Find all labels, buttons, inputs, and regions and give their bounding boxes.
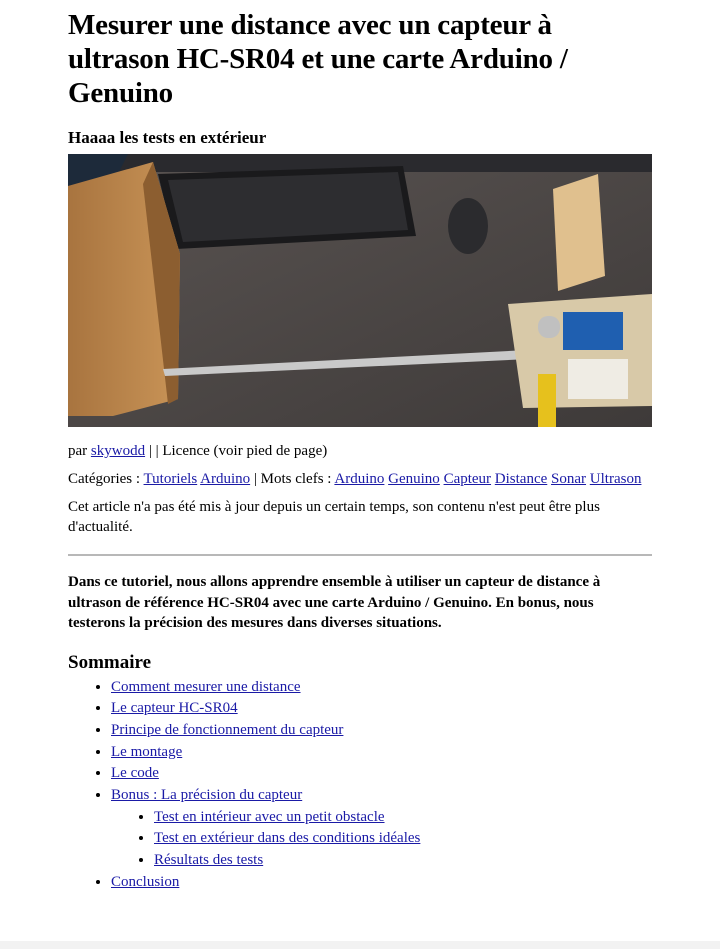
toc-link-resultats[interactable]: Résultats des tests <box>154 852 263 868</box>
tag-link-capteur[interactable]: Capteur <box>444 471 491 487</box>
toc-item: Le montage <box>111 742 652 764</box>
author-link[interactable]: skywodd <box>91 443 145 459</box>
hero-photo <box>68 154 652 427</box>
toc-subitem: Résultats des tests <box>154 850 652 872</box>
toc-link-bonus[interactable]: Bonus : La précision du capteur <box>111 787 302 803</box>
outdated-notice: Cet article n'a pas été mis à jour depui… <box>68 499 600 535</box>
toc-link-montage[interactable]: Le montage <box>111 744 182 760</box>
categories-line: Catégories : Tutoriels Arduino | Mots cl… <box>68 469 652 489</box>
toc-title: Sommaire <box>68 651 152 673</box>
clamp <box>538 374 556 427</box>
toc-link-code[interactable]: Le code <box>111 765 159 781</box>
tag-link-ultrason[interactable]: Ultrason <box>590 471 642 487</box>
ultrasonic-sensor <box>538 316 560 338</box>
toc-item: Conclusion <box>111 872 652 894</box>
toc-link-principe[interactable]: Principe de fonctionnement du capteur <box>111 722 343 738</box>
tags-label: | Mots clefs : <box>250 471 335 487</box>
tag-link-sonar[interactable]: Sonar <box>551 471 586 487</box>
toc-link-mesurer[interactable]: Comment mesurer une distance <box>111 679 301 695</box>
arduino-board <box>563 312 623 350</box>
toc-link-test-interieur[interactable]: Test en intérieur avec un petit obstacle <box>154 809 385 825</box>
mouse <box>448 198 488 254</box>
toc-sublist: Test en intérieur avec un petit obstacle… <box>111 807 652 872</box>
toc-link-test-exterieur[interactable]: Test en extérieur dans des conditions id… <box>154 830 420 846</box>
toc-item: Le capteur HC-SR04 <box>111 698 652 720</box>
category-link-tutoriels[interactable]: Tutoriels <box>144 471 198 487</box>
toc-item: Bonus : La précision du capteur Test en … <box>111 785 652 872</box>
toc-item: Le code <box>111 763 652 785</box>
keyboard-keys <box>168 172 408 242</box>
tag-link-arduino[interactable]: Arduino <box>334 471 384 487</box>
categories-label: Catégories : <box>68 471 144 487</box>
page-title: Mesurer une distance avec un capteur à u… <box>68 9 568 109</box>
hero-photo-illustration <box>68 154 652 427</box>
toc-item: Comment mesurer une distance <box>111 677 652 699</box>
tag-link-genuino[interactable]: Genuino <box>388 471 440 487</box>
byline: par skywodd | | Licence (voir pied de pa… <box>68 441 652 461</box>
intro-paragraph: Dans ce tutoriel, nous allons apprendre … <box>68 574 601 631</box>
wooden-block <box>553 174 605 291</box>
toc-subitem: Test en intérieur avec un petit obstacle <box>154 807 652 829</box>
toc-list: Comment mesurer une distance Le capteur … <box>68 677 652 894</box>
byline-license: | | Licence (voir pied de page) <box>145 443 328 459</box>
byline-prefix: par <box>68 443 91 459</box>
footer-strip <box>0 941 720 949</box>
breadboard <box>568 359 628 399</box>
separator <box>68 554 652 556</box>
toc-subitem: Test en extérieur dans des conditions id… <box>154 828 652 850</box>
article-subtitle: Haaaa les tests en extérieur <box>68 128 267 147</box>
tag-link-distance[interactable]: Distance <box>495 471 547 487</box>
toc-link-conclusion[interactable]: Conclusion <box>111 874 179 890</box>
article: Mesurer une distance avec un capteur à u… <box>68 0 652 894</box>
category-link-arduino[interactable]: Arduino <box>200 471 250 487</box>
toc-link-capteur[interactable]: Le capteur HC-SR04 <box>111 700 238 716</box>
toc-item: Principe de fonctionnement du capteur <box>111 720 652 742</box>
